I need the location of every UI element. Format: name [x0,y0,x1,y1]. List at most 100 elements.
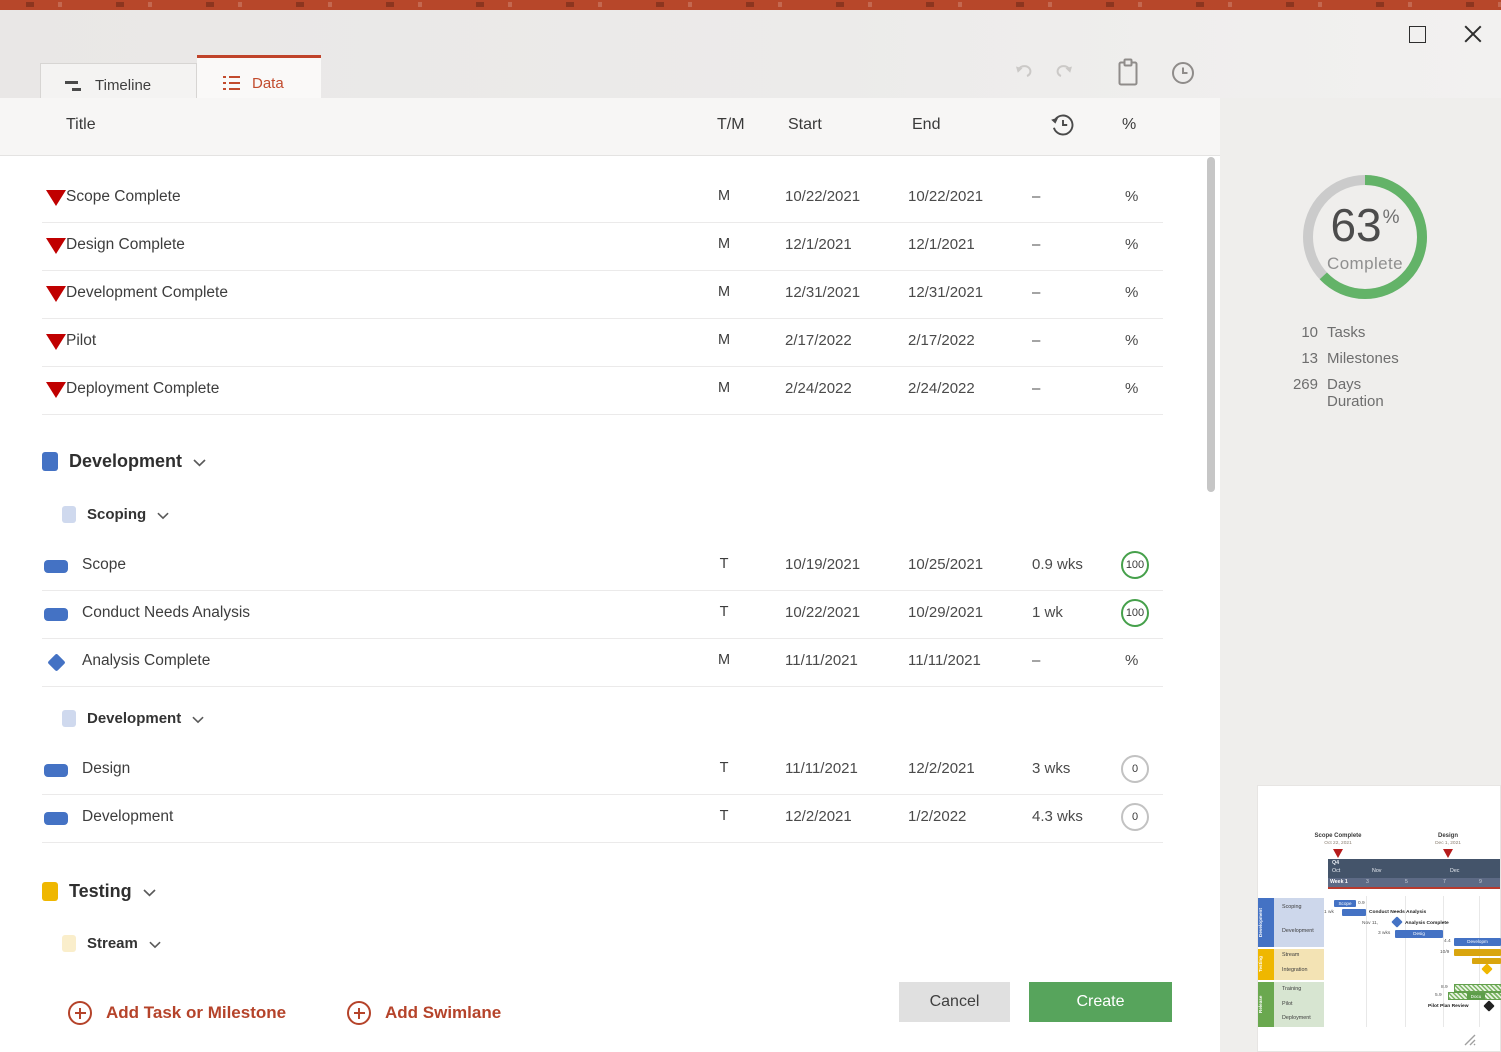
section-label[interactable]: Testing [69,881,132,902]
tm-cell[interactable]: T [710,604,738,620]
title-cell[interactable]: Deployment Complete [66,380,219,398]
duration-cell[interactable]: – [1032,332,1040,349]
clipboard-icon[interactable] [1116,58,1140,88]
percent-cell[interactable]: % [1125,284,1138,301]
section-color-swatch[interactable] [42,452,58,471]
redo-icon[interactable] [1050,60,1076,86]
tm-cell[interactable]: M [710,284,738,300]
end-cell[interactable]: 10/29/2021 [908,604,983,621]
percent-complete-badge[interactable]: 100 [1121,599,1149,627]
title-cell[interactable]: Pilot [66,332,96,350]
percent-cell[interactable]: % [1125,652,1138,669]
title-cell[interactable]: Scope [82,556,126,574]
duration-cell[interactable]: – [1032,380,1040,397]
swimlane-development[interactable]: Development [62,696,204,740]
tm-cell[interactable]: M [710,652,738,668]
end-cell[interactable]: 1/2/2022 [908,808,966,825]
chevron-down-icon[interactable] [157,512,169,520]
title-cell[interactable]: Development Complete [66,284,228,302]
title-cell[interactable]: Scope Complete [66,188,181,206]
add-swimlane-button[interactable]: Add Swimlane [347,995,501,1031]
percent-cell[interactable]: % [1125,236,1138,253]
start-cell[interactable]: 2/17/2022 [785,332,852,349]
swimlane-color-swatch[interactable] [62,935,76,952]
duration-cell[interactable]: 0.9 wks [1032,556,1083,573]
swimlane-stream[interactable]: Stream [62,921,161,965]
end-cell[interactable]: 12/1/2021 [908,236,975,253]
milestone-shape-icon[interactable] [42,638,70,686]
end-cell[interactable]: 12/2/2021 [908,760,975,777]
maximize-button[interactable] [1409,26,1426,43]
task-row[interactable]: Conduct Needs Analysis T 10/22/2021 10/2… [42,590,1163,639]
start-cell[interactable]: 10/19/2021 [785,556,860,573]
title-cell[interactable]: Conduct Needs Analysis [82,604,250,622]
task-row[interactable]: Scope T 10/19/2021 10/25/2021 0.9 wks 10… [42,542,1163,591]
milestone-row[interactable]: Analysis Complete M 11/11/2021 11/11/202… [42,638,1163,687]
chevron-down-icon[interactable] [149,941,161,949]
start-cell[interactable]: 11/11/2021 [785,760,858,777]
swimlane-color-swatch[interactable] [62,506,76,523]
cancel-button[interactable]: Cancel [899,982,1010,1022]
start-cell[interactable]: 12/2/2021 [785,808,852,825]
swimlane-color-swatch[interactable] [62,710,76,727]
resize-grip[interactable] [1461,1031,1477,1047]
tm-cell[interactable]: T [710,760,738,776]
duration-cell[interactable]: – [1032,236,1040,253]
tm-cell[interactable]: M [710,188,738,204]
start-cell[interactable]: 10/22/2021 [785,188,860,205]
close-button[interactable] [1463,24,1482,43]
milestone-row[interactable]: Development Complete M 12/31/2021 12/31/… [42,270,1163,319]
chevron-down-icon[interactable] [192,716,204,724]
swimlane-label[interactable]: Scoping [87,506,146,523]
tm-cell[interactable]: T [710,556,738,572]
add-task-or-milestone-button[interactable]: Add Task or Milestone [68,995,286,1031]
percent-cell[interactable]: % [1125,332,1138,349]
end-cell[interactable]: 12/31/2021 [908,284,983,301]
section-testing[interactable]: Testing [42,868,156,914]
duration-cell[interactable]: – [1032,652,1040,669]
tm-cell[interactable]: M [710,380,738,396]
title-cell[interactable]: Analysis Complete [82,652,210,670]
tm-cell[interactable]: M [710,332,738,348]
duration-cell[interactable]: 1 wk [1032,604,1063,621]
start-cell[interactable]: 12/31/2021 [785,284,860,301]
task-shape-icon[interactable] [42,542,70,590]
task-shape-icon[interactable] [42,746,70,794]
title-cell[interactable]: Design Complete [66,236,185,254]
title-cell[interactable]: Development [82,808,173,826]
milestone-row[interactable]: Design Complete M 12/1/2021 12/1/2021 – … [42,222,1163,271]
start-cell[interactable]: 11/11/2021 [785,652,858,669]
percent-complete-badge[interactable]: 100 [1121,551,1149,579]
swimlane-scoping[interactable]: Scoping [62,492,169,536]
duration-cell[interactable]: 4.3 wks [1032,808,1083,825]
section-color-swatch[interactable] [42,882,58,901]
clock-icon[interactable] [1170,60,1196,86]
section-development[interactable]: Development [42,438,206,484]
percent-cell[interactable]: % [1125,380,1138,397]
end-cell[interactable]: 2/17/2022 [908,332,975,349]
undo-icon[interactable] [1012,60,1038,86]
milestone-row[interactable]: Scope Complete M 10/22/2021 10/22/2021 –… [42,174,1163,223]
section-label[interactable]: Development [69,451,182,472]
chevron-down-icon[interactable] [193,459,206,467]
tm-cell[interactable]: T [710,808,738,824]
tm-cell[interactable]: M [710,236,738,252]
task-shape-icon[interactable] [42,590,70,638]
swimlane-label[interactable]: Stream [87,935,138,952]
end-cell[interactable]: 2/24/2022 [908,380,975,397]
milestone-row[interactable]: Pilot M 2/17/2022 2/17/2022 – % [42,318,1163,367]
task-shape-icon[interactable] [42,794,70,842]
duration-cell[interactable]: 3 wks [1032,760,1070,777]
title-cell[interactable]: Design [82,760,130,778]
end-cell[interactable]: 10/22/2021 [908,188,983,205]
end-cell[interactable]: 10/25/2021 [908,556,983,573]
start-cell[interactable]: 12/1/2021 [785,236,852,253]
start-cell[interactable]: 2/24/2022 [785,380,852,397]
percent-cell[interactable]: % [1125,188,1138,205]
percent-complete-badge[interactable]: 0 [1121,755,1149,783]
vertical-scrollbar[interactable] [1207,157,1215,492]
create-button[interactable]: Create [1029,982,1172,1022]
task-row[interactable]: Development T 12/2/2021 1/2/2022 4.3 wks… [42,794,1163,843]
swimlane-label[interactable]: Development [87,710,181,727]
end-cell[interactable]: 11/11/2021 [908,652,981,669]
